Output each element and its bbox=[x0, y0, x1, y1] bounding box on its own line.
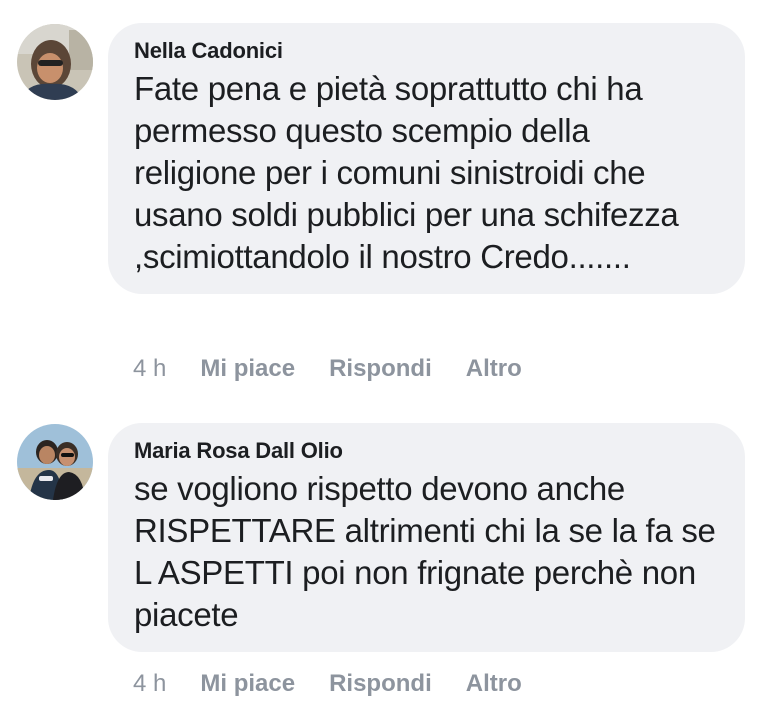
user-avatar-photo-icon bbox=[17, 24, 93, 100]
comment-bubble: Nella Cadonici Fate pena e pietà sopratt… bbox=[108, 23, 745, 294]
comment-text: Fate pena e pietà soprattutto chi ha per… bbox=[134, 70, 679, 275]
reply-button[interactable]: Rispondi bbox=[329, 355, 432, 383]
comment-bubble: Maria Rosa Dall Olio se vogliono rispett… bbox=[108, 423, 745, 652]
comment-timestamp[interactable]: 4 h bbox=[133, 355, 166, 383]
comment-actions: 4 h Mi piace Rispondi Altro bbox=[133, 355, 556, 383]
comment-timestamp[interactable]: 4 h bbox=[133, 670, 166, 698]
user-avatar-photo-icon bbox=[17, 424, 93, 500]
avatar[interactable] bbox=[17, 24, 93, 100]
comment-author[interactable]: Maria Rosa Dall Olio bbox=[134, 437, 719, 465]
more-button[interactable]: Altro bbox=[466, 355, 522, 383]
comment-actions: 4 h Mi piace Rispondi Altro bbox=[133, 670, 556, 698]
like-button[interactable]: Mi piace bbox=[200, 355, 295, 383]
avatar[interactable] bbox=[17, 424, 93, 500]
reply-button[interactable]: Rispondi bbox=[329, 670, 432, 698]
comment-text: se vogliono rispetto devono anche RISPET… bbox=[134, 470, 716, 633]
more-button[interactable]: Altro bbox=[466, 670, 522, 698]
like-button[interactable]: Mi piace bbox=[200, 670, 295, 698]
comment-author[interactable]: Nella Cadonici bbox=[134, 37, 719, 65]
